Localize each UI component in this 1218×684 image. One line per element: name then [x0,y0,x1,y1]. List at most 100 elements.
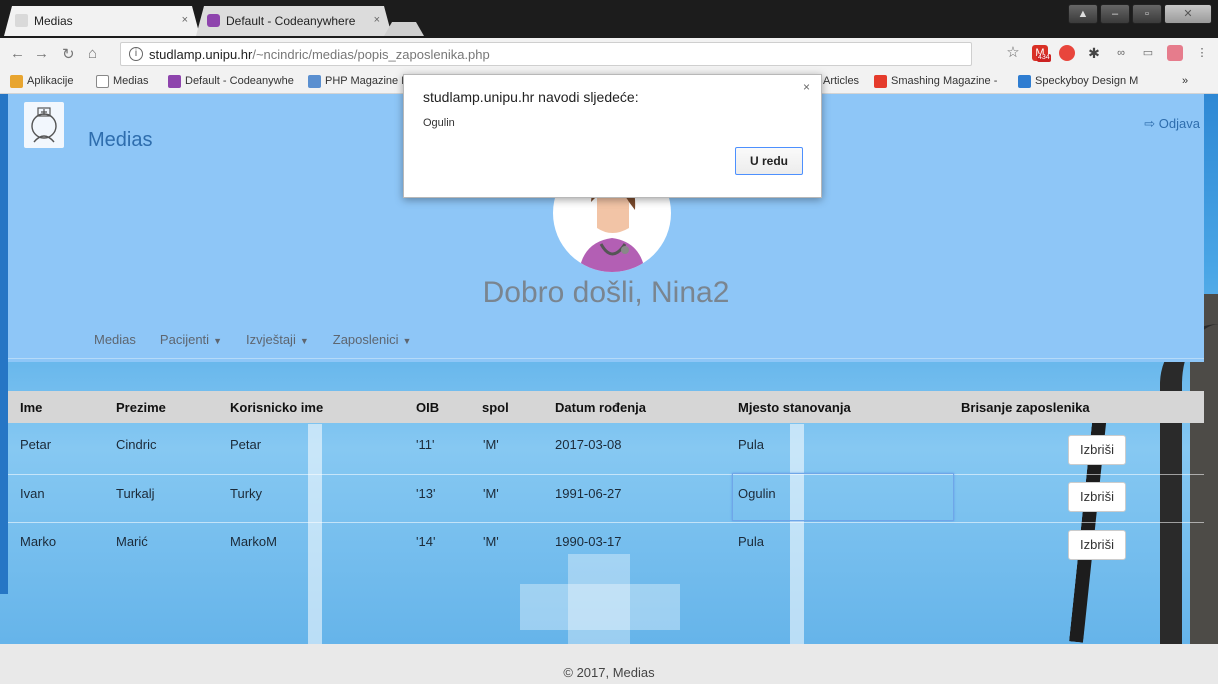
header-divider [8,358,1204,359]
delete-button[interactable]: Izbriši [1068,530,1126,560]
browser-titlebar: Medias × Default - Codeanywhere × ▲ – ▫ … [0,0,1218,38]
cell-prezime: Turkalj [116,486,155,501]
smashing-icon [874,75,887,88]
brand-title[interactable]: Medias [88,129,152,152]
column-header: Ime [20,400,43,415]
tab-close-icon[interactable]: × [182,14,188,26]
column-header: Datum rođenja [555,400,647,415]
cell-ime: Ivan [20,486,45,501]
codeanywhere-icon [168,75,181,88]
maximize-icon[interactable]: ▫ [1132,4,1162,24]
bookmark-codeanywhere[interactable]: Default - Codeanywhe [168,75,294,88]
cell-ime: Petar [20,437,52,452]
gmail-icon[interactable]: M 434 [1032,45,1051,62]
info-icon[interactable]: i [129,47,143,61]
column-header: Korisnicko ime [230,400,324,415]
dialog-message: Ogulin [423,117,455,129]
cell-korisnicko-ime: MarkoM [230,534,277,549]
column-header: spol [482,400,509,415]
cell-spol: 'M' [483,486,499,501]
extension-icons: ☆ M 434 ✱ ∞ ▭ ⋮ [1005,45,1210,62]
cell-datum: 1991-06-27 [555,486,622,501]
extension-icon[interactable] [1059,45,1075,61]
minimize-icon[interactable]: – [1100,4,1130,24]
url-path: /~ncindric/medias/popis_zaposlenika.php [252,47,490,62]
bookmark-medias[interactable]: Medias [96,75,148,88]
stethoscope-image [1160,324,1218,684]
dialog-title: studlamp.unipu.hr navodi sljedeće: [423,89,639,105]
cell-prezime: Cindric [116,437,157,452]
gear-icon[interactable]: ✱ [1086,45,1102,61]
speckyboy-icon [1018,75,1031,88]
menu-icon[interactable]: ⋮ [1194,45,1210,61]
forward-icon[interactable]: → [34,45,49,62]
tab-close-icon[interactable]: × [374,14,380,26]
bookmark-php-magazine[interactable]: PHP Magazine N [308,75,409,88]
menu-izvjestaji[interactable]: Izvještaji ▼ [246,332,309,347]
bookmark-speckyboy[interactable]: Speckyboy Design M [1018,75,1138,88]
cell-oib: '14' [416,534,436,549]
cell-korisnicko-ime: Petar [230,437,262,452]
apps-icon [10,75,23,88]
new-tab-button[interactable] [384,22,424,36]
star-icon[interactable]: ☆ [1005,45,1021,61]
cell-datum: 1990-03-17 [555,534,622,549]
background-cross [520,584,680,630]
php-icon [308,75,321,88]
cell-spol: 'M' [483,437,499,452]
codeanywhere-icon [207,14,220,27]
menu-pacijenti[interactable]: Pacijenti ▼ [160,332,222,347]
cell-prezime: Marić [116,534,148,549]
home-icon[interactable]: ⌂ [88,45,97,62]
tab-title: Default - Codeanywhere [226,14,356,28]
footer-copyright: © 2017, Medias [563,665,655,680]
link-icon[interactable]: ∞ [1113,45,1129,61]
delete-button[interactable]: Izbriši [1068,435,1126,465]
table-header-row: Ime Prezime Korisnicko ime OIB spol Datu… [8,391,1204,423]
close-window-icon[interactable]: ✕ [1164,4,1212,24]
column-header: Prezime [116,400,166,415]
extension-icon[interactable] [1167,45,1183,61]
reload-icon[interactable]: ↻ [62,45,75,63]
alert-dialog: studlamp.unipu.hr navodi sljedeće: Oguli… [403,74,822,198]
ok-button[interactable]: U redu [735,147,803,175]
background-edge [0,94,8,594]
logout-link[interactable]: ⇨ Odjava [1144,116,1200,132]
menu-zaposlenici[interactable]: Zaposlenici ▼ [333,332,412,347]
column-header: Mjesto stanovanja [738,400,851,415]
cell-oib: '13' [416,486,436,501]
url-input[interactable]: i studlamp.unipu.hr/~ncindric/medias/pop… [120,42,972,66]
logo[interactable] [24,102,64,148]
bookmark-apps[interactable]: Aplikacije [10,75,73,88]
cell-mjesto: Pula [738,534,765,549]
cast-icon[interactable]: ▭ [1140,45,1156,61]
welcome-heading: Dobro došli, Nina2 [482,276,730,309]
cell-mjesto: Ogulin [738,486,776,501]
cell-korisnicko-ime: Turky [230,486,263,501]
menu-medias[interactable]: Medias [94,332,136,347]
stethoscope-image [1069,392,1135,646]
page-icon [96,75,109,88]
caret-down-icon: ▼ [213,336,222,346]
bookmarks-more[interactable]: » [1182,75,1188,87]
row-divider [8,522,1204,523]
window-controls: ▲ – ▫ ✕ [1068,4,1212,26]
column-header: OIB [416,400,440,415]
bookmark-smashing[interactable]: Smashing Magazine - [874,75,997,88]
back-icon[interactable]: ← [10,45,25,62]
user-icon[interactable]: ▲ [1068,4,1098,24]
delete-button[interactable]: Izbriši [1068,482,1126,512]
tab-codeanywhere[interactable]: Default - Codeanywhere × [196,6,392,36]
cell-datum: 2017-03-08 [555,437,622,452]
logout-icon: ⇨ [1144,116,1159,131]
main-menu: Medias Pacijenti ▼ Izvještaji ▼ Zaposlenic… [94,332,435,347]
page-icon [15,14,28,27]
tab-medias[interactable]: Medias × [4,6,200,36]
close-icon[interactable]: × [803,80,810,94]
url-host: studlamp.unipu.hr [149,47,253,62]
caret-down-icon: ▼ [402,336,412,346]
cell-oib: '11' [416,437,435,452]
gmail-badge: 434 [1037,54,1051,62]
row-divider [8,474,1204,475]
cell-spol: 'M' [483,534,499,549]
